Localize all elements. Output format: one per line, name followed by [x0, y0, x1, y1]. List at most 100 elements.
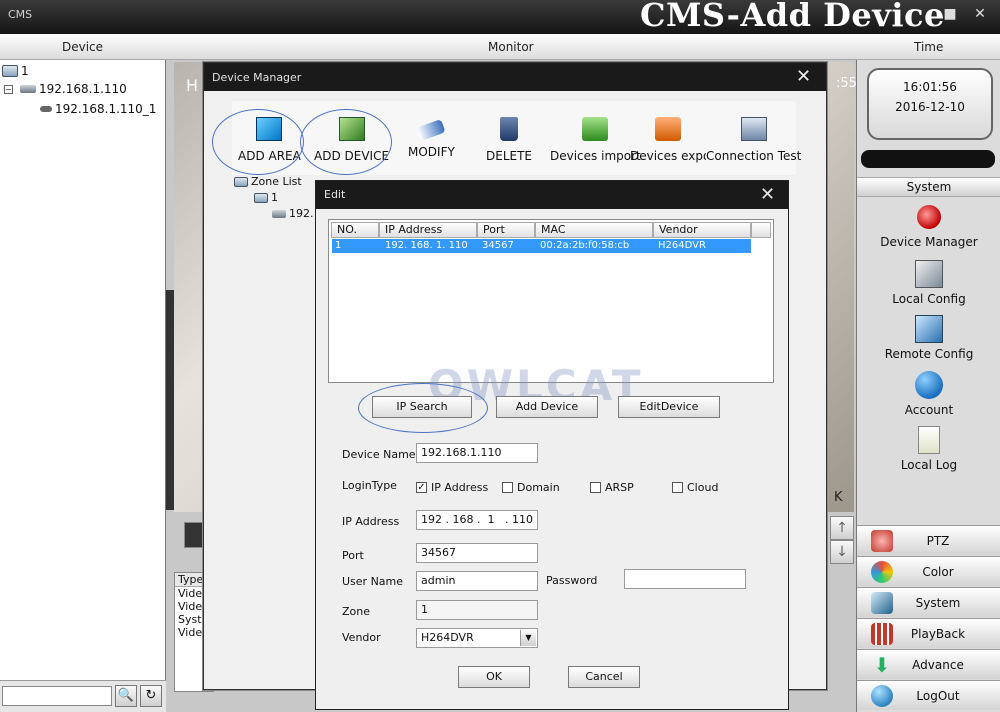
- right-panel: 16:01:56 2016-12-10 System Device Manage…: [856, 60, 1000, 712]
- zone-device-label: 192.: [289, 207, 314, 220]
- checkbox-box[interactable]: [672, 482, 683, 493]
- device-search-input[interactable]: [2, 686, 112, 706]
- time-column-label: Time: [914, 40, 944, 54]
- account-button[interactable]: Account: [857, 371, 1000, 417]
- vendor-select[interactable]: H264DVR ▼: [416, 628, 538, 648]
- login-type-label: LoginType: [342, 479, 397, 492]
- checkbox-box[interactable]: ✓: [416, 482, 427, 493]
- zone-node[interactable]: 1: [254, 191, 278, 204]
- devices-import-label: Devices import: [550, 149, 641, 163]
- video-window-button[interactable]: [184, 522, 204, 548]
- system-button[interactable]: System: [857, 587, 1000, 617]
- ptz-button[interactable]: PTZ: [857, 525, 1000, 555]
- column-header-ip[interactable]: IP Address: [379, 222, 477, 238]
- delete-button[interactable]: DELETE: [486, 117, 532, 163]
- network-icon: [2, 65, 18, 77]
- video-scrollbar[interactable]: [166, 290, 174, 510]
- playback-button[interactable]: PlayBack: [857, 618, 1000, 648]
- edit-titlebar: Edit ✕: [316, 181, 788, 209]
- device-manager-button[interactable]: Device Manager: [857, 203, 1000, 249]
- modify-icon: [416, 118, 447, 142]
- chevron-down-icon[interactable]: ▼: [520, 630, 536, 646]
- column-header-mac[interactable]: MAC: [535, 222, 653, 238]
- camera-icon: [40, 106, 52, 112]
- logout-label: LogOut: [916, 688, 960, 703]
- cell-mac: 00:2a:2b:f0:58:cb: [540, 240, 630, 251]
- zone-field[interactable]: 1: [416, 600, 538, 620]
- advance-button[interactable]: ⬇ Advance: [857, 649, 1000, 679]
- column-header: Device Monitor Time: [0, 34, 1000, 60]
- tree-device-label: 192.168.1.110: [39, 82, 127, 96]
- system-icon: [871, 591, 893, 614]
- video-side-text: K: [834, 490, 843, 505]
- color-button[interactable]: Color: [857, 556, 1000, 586]
- remote-config-button[interactable]: Remote Config: [857, 315, 1000, 361]
- ip-address-field[interactable]: 192 . 168 . 1 . 110: [416, 510, 538, 530]
- login-ip-address-checkbox[interactable]: ✓ IP Address: [416, 481, 488, 494]
- color-icon: [871, 560, 893, 583]
- advance-icon: ⬇: [873, 652, 891, 677]
- port-field[interactable]: 34567: [416, 543, 538, 563]
- password-field[interactable]: [624, 569, 746, 589]
- dvr-icon: [272, 209, 286, 218]
- zone-device-node[interactable]: 192.: [272, 207, 314, 220]
- column-header-port[interactable]: Port: [477, 222, 535, 238]
- device-name-label: Device Name: [342, 448, 416, 461]
- refresh-icon[interactable]: ↻: [140, 685, 162, 707]
- playback-label: PlayBack: [910, 626, 966, 641]
- arrow-up-icon[interactable]: ↑: [830, 516, 854, 540]
- device-manager-titlebar: Device Manager ✕: [204, 63, 826, 91]
- cell-vendor: H264DVR: [658, 240, 706, 251]
- checkbox-box[interactable]: [502, 482, 513, 493]
- close-icon[interactable]: ✕: [760, 184, 775, 205]
- dvr-icon: [20, 85, 36, 93]
- add-device-button[interactable]: Add Device: [496, 396, 598, 418]
- collapse-icon[interactable]: −: [4, 84, 13, 94]
- column-header-blank: [751, 222, 771, 238]
- modify-button[interactable]: MODIFY: [408, 117, 455, 159]
- devices-import-button[interactable]: Devices import: [550, 117, 641, 163]
- devices-export-button[interactable]: Devices expor: [630, 117, 706, 163]
- import-icon: [582, 117, 609, 141]
- zone-list-tree: Zone List 1 192.: [234, 175, 318, 295]
- cancel-button[interactable]: Cancel: [568, 666, 640, 688]
- tree-channel-label: 192.168.1.110_1: [55, 102, 157, 116]
- tree-root-node[interactable]: 1: [2, 64, 29, 78]
- login-arsp-checkbox[interactable]: ARSP: [590, 481, 634, 494]
- system-label: System: [915, 595, 961, 610]
- logout-button[interactable]: LogOut: [857, 680, 1000, 710]
- close-icon[interactable]: ✕: [796, 66, 811, 87]
- ok-button[interactable]: OK: [458, 666, 530, 688]
- local-log-icon: [918, 426, 940, 454]
- tree-device-node[interactable]: − 192.168.1.110: [4, 82, 127, 96]
- local-config-button[interactable]: Local Config: [857, 260, 1000, 306]
- zone-list-root[interactable]: Zone List: [234, 175, 302, 188]
- connection-test-button[interactable]: Connection Test: [706, 117, 801, 163]
- user-name-label: User Name: [342, 575, 404, 588]
- table-row[interactable]: 1 192. 168. 1. 110 34567 00:2a:2b:f0:58:…: [332, 239, 751, 253]
- arrow-down-icon[interactable]: ↓: [830, 540, 854, 564]
- trash-icon: [500, 117, 518, 141]
- user-name-field[interactable]: admin: [416, 571, 538, 591]
- system-section-title: System: [857, 177, 1000, 197]
- local-log-button[interactable]: Local Log: [857, 426, 1000, 472]
- login-domain-checkbox[interactable]: Domain: [502, 481, 560, 494]
- column-header-vendor[interactable]: Vendor: [653, 222, 751, 238]
- advance-label: Advance: [912, 657, 964, 672]
- color-label: Color: [922, 564, 954, 579]
- login-cloud-checkbox[interactable]: Cloud: [672, 481, 718, 494]
- ptz-icon: [871, 529, 893, 552]
- checkbox-box[interactable]: [590, 482, 601, 493]
- device-tree-panel: 1 − 192.168.1.110 192.168.1.110_1: [0, 60, 166, 680]
- minimize-icon[interactable]: ■: [942, 6, 958, 22]
- remote-config-icon: [915, 315, 943, 343]
- search-icon[interactable]: 🔍: [115, 685, 137, 707]
- device-name-field[interactable]: 192.168.1.110: [416, 443, 538, 463]
- column-header-no[interactable]: NO.: [331, 222, 379, 238]
- video-overlay-time: :55: [836, 76, 857, 91]
- highlight-ellipse: [212, 109, 304, 175]
- tree-channel-node[interactable]: 192.168.1.110_1: [40, 102, 156, 116]
- close-icon[interactable]: ✕: [972, 6, 988, 22]
- checkbox-label: ARSP: [605, 481, 634, 494]
- edit-device-button[interactable]: EditDevice: [618, 396, 720, 418]
